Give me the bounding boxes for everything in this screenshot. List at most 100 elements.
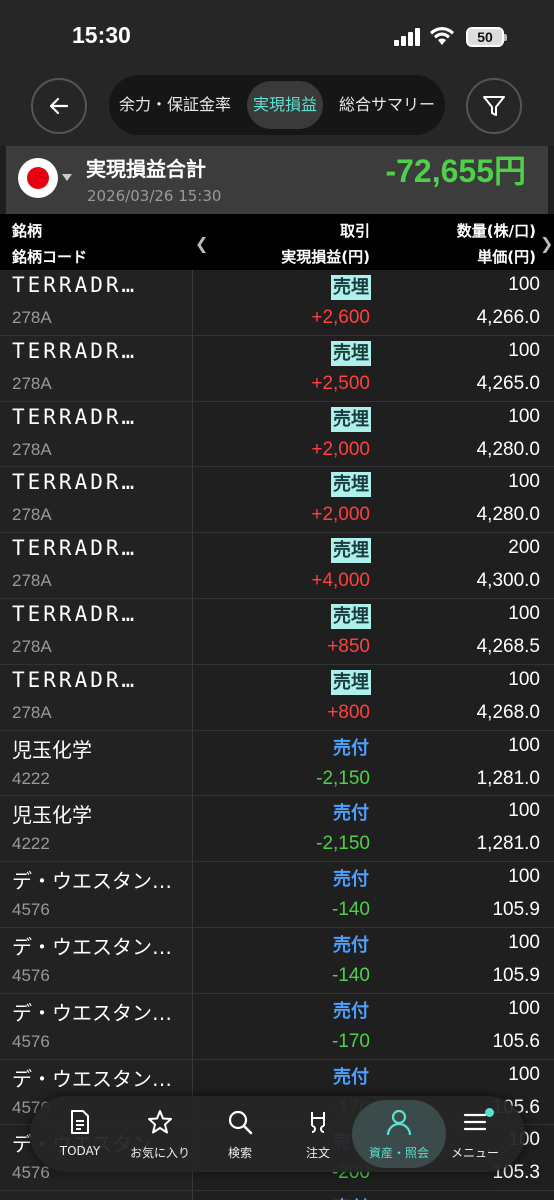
table-row[interactable]: 児玉化学 4222 売付 -2,150 100 1,281.0 [0,796,554,863]
document-icon [71,1110,89,1134]
unit-price-value: 105.6 [492,1030,540,1052]
realized-pl-value: -140 [331,899,370,921]
scroll-right-icon[interactable]: ❯ [540,234,553,253]
stock-code: 278A [12,571,52,591]
back-arrow-icon [49,97,69,115]
stock-code: 4222 [12,768,50,788]
trade-type-badge: 売付 [333,869,369,891]
scroll-left-icon[interactable]: ❮ [195,234,208,253]
quantity-value: 100 [508,734,540,756]
table-row[interactable]: TERRADR… 278A 売埋 +2,000 100 4,280.0 [0,401,554,468]
person-icon [386,1109,412,1136]
table-row[interactable]: 児玉化学 4222 売付 -2,150 100 1,281.0 [0,730,554,797]
nav-assets[interactable]: 資産・照会 [359,1096,439,1172]
stock-code: 278A [12,308,52,327]
quantity-value: 100 [508,931,540,953]
nav-search[interactable]: 検索 [200,1096,280,1172]
quantity-value: 200 [508,537,540,559]
table-row[interactable]: TERRADR… 278A 売埋 +2,600 100 4,266.0 [0,270,554,336]
stock-name: デ・ウエスタン… [12,1194,192,1200]
tab-realized-pl[interactable]: 実現損益 [247,81,324,129]
trade-type-badge: 売付 [333,1066,369,1088]
quantity-value: 100 [508,800,540,822]
row-stock-cell: デ・ウエスタン…4576 [0,927,193,993]
quantity-value: 100 [508,997,540,1019]
stock-code: 4576 [12,900,50,920]
trade-type-badge: 売付 [333,934,369,956]
table-row[interactable]: デ・ウエスタン…4576 売付 [0,1191,554,1200]
stock-name: デ・ウエスタン… [12,869,172,894]
row-stock-cell: TERRADR… 278A [0,664,193,730]
realized-pl-value: -170 [331,1030,370,1052]
trade-type-badge: 売埋 [331,472,371,498]
search-icon [228,1110,253,1135]
row-stock-cell: TERRADR… 278A [0,533,193,598]
stock-code: 278A [12,636,52,656]
table-row[interactable]: TERRADR… 278A 売埋 +4,000 200 4,300.0 [0,533,554,599]
trade-type-badge: 売付 [331,1196,371,1200]
unit-price-value: 4,268.5 [476,635,540,657]
quantity-value: 100 [508,866,540,888]
nav-favorites[interactable]: お気に入り [120,1096,200,1172]
stock-name: 児玉化学 [12,803,92,828]
unit-price-value: 4,266.0 [476,307,540,328]
tab-margin[interactable]: 余力・保証金率 [119,75,231,135]
realized-pl-value: +850 [327,635,370,657]
summary-value: -72,655円 [385,153,526,189]
row-stock-cell: デ・ウエスタン…4576 [0,1191,193,1200]
header-stock: 銘柄 [12,222,43,240]
tab-group: 余力・保証金率 実現損益 総合サマリー [109,75,445,135]
unit-price-value: 4,300.0 [476,570,540,592]
filter-button[interactable] [466,78,522,134]
tab-summary[interactable]: 総合サマリー [339,75,435,135]
header-unit-price: 単価(円) [477,248,536,266]
stock-name: TERRADR… [12,536,138,561]
stock-code: 4576 [12,965,50,985]
table-header: 銘柄 銘柄コード ❮ 取引 実現損益(円) 数量(株/口) 単価(円) ❯ [0,214,554,270]
caret-down-icon[interactable] [62,174,72,181]
stock-name: 児玉化学 [12,737,92,762]
quantity-value: 100 [508,339,540,361]
filter-icon [483,96,505,116]
stock-code: 4222 [12,834,50,854]
table-row[interactable]: TERRADR… 278A 売埋 +800 100 4,268.0 [0,664,554,731]
quantity-value: 100 [508,668,540,690]
header-trade: 取引 [339,222,370,240]
nav-today[interactable]: TODAY [40,1096,120,1172]
table-row[interactable]: TERRADR… 278A 売埋 +2,000 100 4,280.0 [0,467,554,534]
quantity-value: 100 [508,471,540,493]
stock-name: TERRADR… [12,273,138,297]
realized-pl-value: +4,000 [311,570,370,592]
nav-menu[interactable]: メニュー [435,1096,515,1172]
status-bar: 15:30 50 [0,0,554,70]
trade-type-badge: 売埋 [331,406,371,432]
table-row[interactable]: デ・ウエスタン… 4576 売付 -140 100 105.9 [0,927,554,994]
stock-name: TERRADR… [12,404,138,429]
header-stock-code: 銘柄コード [12,248,88,266]
japan-flag-icon[interactable] [18,158,58,198]
header-realized-pl: 実現損益(円) [281,248,370,266]
stock-name: TERRADR… [12,338,138,363]
stock-code: 278A [12,439,52,459]
nav-order[interactable]: 注文 [278,1096,358,1172]
table-row[interactable]: TERRADR… 278A 売埋 +850 100 4,268.5 [0,598,554,665]
table-row[interactable]: デ・ウエスタン… 4576 売付 -140 100 105.9 [0,862,554,928]
trade-type-badge: 売埋 [331,275,371,300]
stock-name: デ・ウエスタン… [12,1000,172,1025]
realized-pl-value: +2,500 [311,372,370,394]
row-stock-cell: TERRADR… 278A [0,335,193,401]
table-row[interactable]: TERRADR… 278A 売埋 +2,500 100 4,265.0 [0,335,554,402]
realized-pl-value: +800 [327,701,370,723]
quantity-value: 100 [508,405,540,427]
realized-pl-value: -2,150 [316,767,370,789]
stock-name: デ・ウエスタン… [12,1066,172,1091]
quantity-value: 100 [508,602,540,624]
quantity-value: 100 [508,274,540,295]
table-row[interactable]: デ・ウエスタン… 4576 売付 -170 100 105.6 [0,993,554,1060]
battery-icon: 50 [466,27,507,47]
realized-pl-summary: 実現損益合計 2026/03/26 15:30 -72,655円 [6,146,548,214]
trade-type-badge: 売埋 [331,603,371,629]
trade-type-badge: 売埋 [331,340,371,366]
back-button[interactable] [31,78,87,134]
stock-name: TERRADR… [12,667,138,692]
